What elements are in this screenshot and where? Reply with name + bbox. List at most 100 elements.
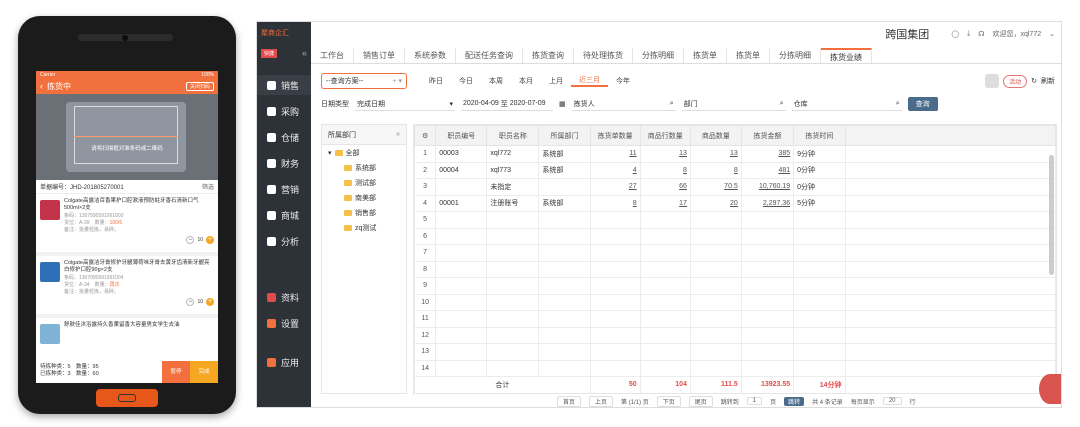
- date-type-select[interactable]: 完成日期 ▾: [355, 97, 455, 111]
- settings-column-icon[interactable]: ⚙: [414, 125, 437, 146]
- hardware-home-button[interactable]: [96, 389, 158, 407]
- tab-pick-query[interactable]: 拣货查询: [523, 48, 574, 63]
- tab-delivery-query[interactable]: 配送任务查询: [456, 48, 523, 63]
- sidebar-item-apps[interactable]: 应用: [257, 352, 311, 372]
- warehouse-input[interactable]: 仓库 ⌕: [791, 97, 902, 111]
- table-row[interactable]: 11: [414, 310, 1056, 328]
- scan-viewfinder[interactable]: 请将扫描框对准条码或二维码: [36, 94, 218, 180]
- tree-node[interactable]: 系统部: [322, 160, 406, 175]
- table-cell[interactable]: 8: [639, 161, 691, 179]
- search-icon[interactable]: ⌕: [780, 100, 784, 108]
- table-row[interactable]: 2 00004 xql773 系统部 4 8 8 481 0分钟: [414, 161, 1056, 179]
- column-header[interactable]: 职员编号: [435, 125, 488, 146]
- table-row[interactable]: 12: [414, 326, 1056, 344]
- jump-input[interactable]: 1: [746, 397, 763, 405]
- done-button[interactable]: 完成: [190, 361, 218, 383]
- tree-node[interactable]: zq测试: [322, 220, 406, 235]
- back-arrow-icon[interactable]: ‹: [40, 81, 43, 91]
- table-cell[interactable]: [740, 211, 795, 229]
- table-cell[interactable]: [740, 260, 795, 278]
- sidebar-item-warehouse[interactable]: 仓储: [257, 127, 311, 147]
- list-item[interactable]: 舒肤佳沐浴露持久香薰留香大容量男女学生去油: [36, 318, 218, 358]
- calendar-icon[interactable]: ▦: [559, 100, 566, 108]
- activity-button[interactable]: 活动: [1003, 74, 1028, 88]
- table-cell[interactable]: [639, 310, 691, 328]
- search-icon[interactable]: ⌕: [896, 100, 900, 108]
- download-icon[interactable]: ⤓: [967, 30, 970, 38]
- table-row[interactable]: 6: [414, 227, 1056, 245]
- table-cell[interactable]: [639, 227, 691, 245]
- column-header[interactable]: 拣货金额: [740, 125, 795, 146]
- quick-yesterday[interactable]: 昨日: [421, 76, 451, 86]
- tab-sort-detail-2[interactable]: 分拣明细: [770, 48, 821, 63]
- sidebar-item-analysis[interactable]: 分析: [257, 231, 311, 251]
- tab-sort-detail[interactable]: 分拣明细: [633, 48, 684, 63]
- quick-this-week[interactable]: 本周: [481, 76, 511, 86]
- quick-last-month[interactable]: 上月: [541, 76, 571, 86]
- table-row[interactable]: 14: [414, 359, 1056, 377]
- tab-pending-pick[interactable]: 待处理拣货: [574, 48, 633, 63]
- table-cell[interactable]: 8: [589, 194, 641, 212]
- query-button[interactable]: 查询: [907, 97, 938, 111]
- column-header[interactable]: 商品数量: [689, 125, 742, 146]
- table-cell[interactable]: [589, 211, 641, 229]
- table-row[interactable]: 7: [414, 244, 1056, 262]
- quantity-stepper[interactable]: − 10 +: [186, 236, 214, 244]
- table-cell[interactable]: 385: [740, 145, 795, 163]
- table-cell[interactable]: [589, 277, 641, 295]
- column-header[interactable]: 拣货单数量: [589, 125, 641, 146]
- tree-node[interactable]: 测试部: [322, 175, 406, 190]
- last-page-button[interactable]: 尾页: [688, 395, 713, 407]
- table-row[interactable]: 13: [414, 343, 1056, 361]
- plus-icon[interactable]: +: [206, 236, 214, 244]
- collapse-icon[interactable]: «: [396, 131, 400, 138]
- quick-this-year[interactable]: 今年: [608, 76, 638, 86]
- table-cell[interactable]: [689, 293, 742, 311]
- table-cell[interactable]: [689, 244, 742, 262]
- table-cell[interactable]: [639, 293, 691, 311]
- org-name[interactable]: 跨国集团: [885, 26, 929, 42]
- vertical-scrollbar[interactable]: [1049, 155, 1054, 275]
- message-icon[interactable]: ◯: [951, 30, 959, 38]
- floating-promo-badge[interactable]: [1039, 374, 1061, 404]
- table-cell[interactable]: 27: [589, 178, 641, 196]
- table-row[interactable]: 1 00003 xql772 系统部 11 13 13 385 9分钟: [414, 145, 1056, 163]
- table-row[interactable]: 10: [414, 293, 1056, 311]
- tree-node[interactable]: 南美部: [322, 190, 406, 205]
- per-page-input[interactable]: 20: [882, 397, 902, 405]
- table-cell[interactable]: [740, 326, 795, 344]
- tab-pick-performance[interactable]: 拣货业绩: [821, 48, 872, 63]
- table-row[interactable]: 4 00001 注册账号 系统部 8 17 20 2,297.36 5分钟: [414, 194, 1056, 212]
- table-row[interactable]: 3 未指定 27 66 70.5 10,760.19 0分钟: [414, 178, 1056, 196]
- column-header[interactable]: 所属部门: [538, 125, 591, 146]
- headset-icon[interactable]: ☊: [978, 30, 984, 38]
- table-cell[interactable]: [740, 227, 795, 245]
- search-icon[interactable]: ⌕: [670, 100, 674, 108]
- table-cell[interactable]: [639, 343, 691, 361]
- table-cell[interactable]: [589, 310, 641, 328]
- table-cell[interactable]: [740, 293, 795, 311]
- table-cell[interactable]: [639, 260, 691, 278]
- tab-pick-order[interactable]: 拣货单: [684, 48, 727, 63]
- prev-page-button[interactable]: 上页: [589, 395, 614, 407]
- table-cell[interactable]: 4: [589, 161, 641, 179]
- list-item[interactable]: Colgate高露洁牙膏修护牙龈薄荷味牙膏去黄牙齿清新牙龈亮白修护口腔90g×2…: [36, 256, 218, 318]
- sidebar-item-mall[interactable]: 商城: [257, 205, 311, 225]
- dept-input[interactable]: 部门 ⌕: [681, 97, 786, 111]
- table-cell[interactable]: 13: [689, 145, 742, 163]
- query-plan-select[interactable]: --查询方案-- + ▾: [321, 73, 407, 89]
- table-cell[interactable]: [589, 359, 641, 377]
- refresh-icon[interactable]: ↻: [1031, 77, 1037, 85]
- table-cell[interactable]: [740, 277, 795, 295]
- table-cell[interactable]: [589, 260, 641, 278]
- gear-icon[interactable]: [985, 74, 1000, 88]
- table-cell[interactable]: [589, 326, 641, 344]
- table-cell[interactable]: [740, 359, 795, 377]
- table-cell[interactable]: [639, 277, 691, 295]
- table-cell[interactable]: 17: [639, 194, 691, 212]
- table-cell[interactable]: [689, 343, 742, 361]
- table-cell[interactable]: [639, 211, 691, 229]
- tab-workbench[interactable]: 工作台: [311, 48, 354, 63]
- minus-icon[interactable]: −: [186, 236, 195, 244]
- table-cell[interactable]: 11: [589, 145, 641, 163]
